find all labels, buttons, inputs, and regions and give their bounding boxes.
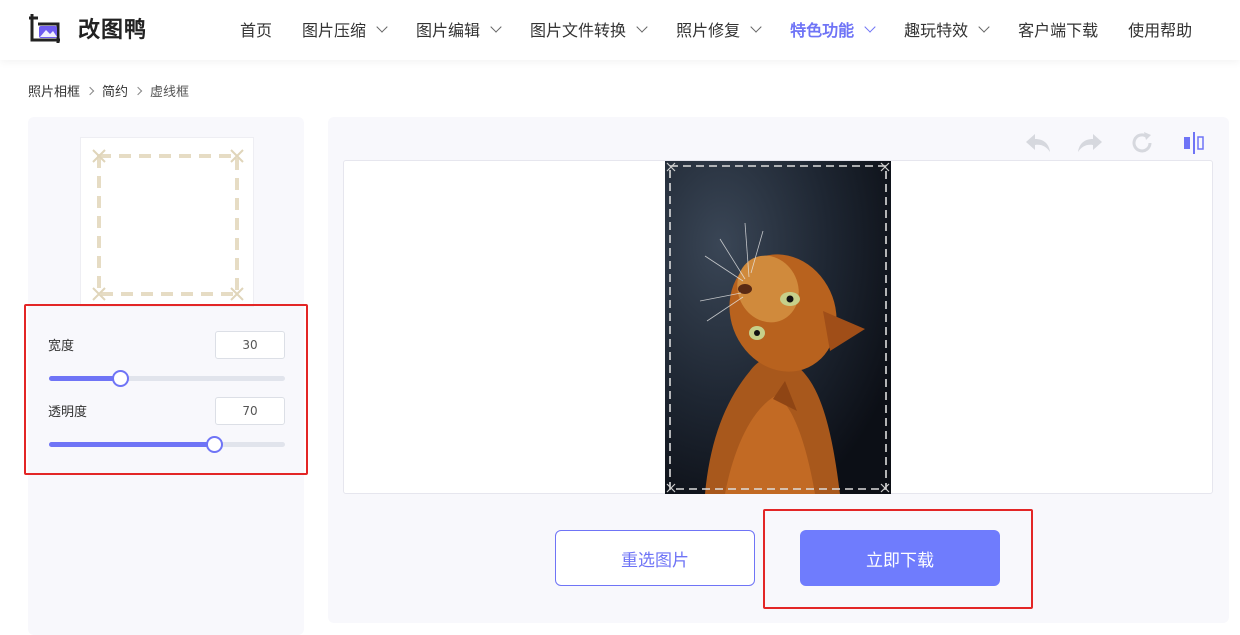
nav-label: 首页 [240, 21, 273, 40]
breadcrumb-item-dashed-frame: 虚线框 [150, 85, 190, 100]
nav-image-compress[interactable]: 图片压缩 [302, 17, 388, 41]
highlight-box-download [763, 509, 1033, 609]
reselect-image-button[interactable]: 重选图片 [555, 530, 755, 586]
nav-label: 特色功能 [790, 21, 855, 40]
nav-label: 趣玩特效 [904, 21, 969, 40]
chevron-right-icon [133, 86, 143, 95]
breadcrumb-item-photo-frame[interactable]: 照片相框 [28, 81, 80, 100]
main-nav: 首页 图片压缩 图片编辑 图片文件转换 照片修复 特色功能 趣玩特效 客户端下载… [240, 0, 1192, 58]
breadcrumb: 照片相框 简约 虚线框 [28, 81, 189, 100]
cat-photo [665, 161, 891, 494]
frame-preview-thumbnail[interactable] [80, 137, 254, 307]
nav-special-features[interactable]: 特色功能 [790, 17, 876, 41]
nav-label: 照片修复 [676, 21, 741, 40]
chevron-right-icon [85, 86, 95, 95]
nav-photo-repair[interactable]: 照片修复 [676, 17, 762, 41]
chevron-down-icon [864, 21, 876, 33]
nav-file-convert[interactable]: 图片文件转换 [530, 17, 648, 41]
chevron-down-icon [978, 21, 990, 33]
nav-label: 图片编辑 [416, 21, 481, 40]
nav-label: 使用帮助 [1128, 21, 1193, 40]
undo-icon[interactable] [1020, 125, 1056, 161]
nav-label: 图片文件转换 [530, 21, 627, 40]
nav-fun-effects[interactable]: 趣玩特效 [904, 17, 990, 41]
chevron-down-icon [376, 21, 388, 33]
dashed-frame-preview [92, 149, 244, 301]
nav-label: 客户端下载 [1018, 21, 1099, 40]
refresh-icon[interactable] [1124, 125, 1160, 161]
redo-icon[interactable] [1072, 125, 1108, 161]
nav-label: 图片压缩 [302, 21, 367, 40]
logo-icon [28, 10, 68, 46]
nav-image-edit[interactable]: 图片编辑 [416, 17, 502, 41]
chevron-down-icon [490, 21, 502, 33]
nav-home[interactable]: 首页 [240, 17, 272, 41]
top-header: 改图鸭 首页 图片压缩 图片编辑 图片文件转换 照片修复 特色功能 趣玩特效 客… [0, 0, 1240, 60]
chevron-down-icon [636, 21, 648, 33]
logo-text: 改图鸭 [78, 18, 148, 43]
breadcrumb-item-simple[interactable]: 简约 [102, 81, 128, 100]
image-canvas [343, 160, 1213, 494]
chevron-down-icon [750, 21, 762, 33]
compare-icon[interactable] [1176, 125, 1212, 161]
highlight-box-controls [24, 304, 308, 475]
nav-client-download[interactable]: 客户端下载 [1018, 17, 1098, 41]
nav-help[interactable]: 使用帮助 [1128, 17, 1192, 41]
logo[interactable]: 改图鸭 [28, 10, 147, 46]
